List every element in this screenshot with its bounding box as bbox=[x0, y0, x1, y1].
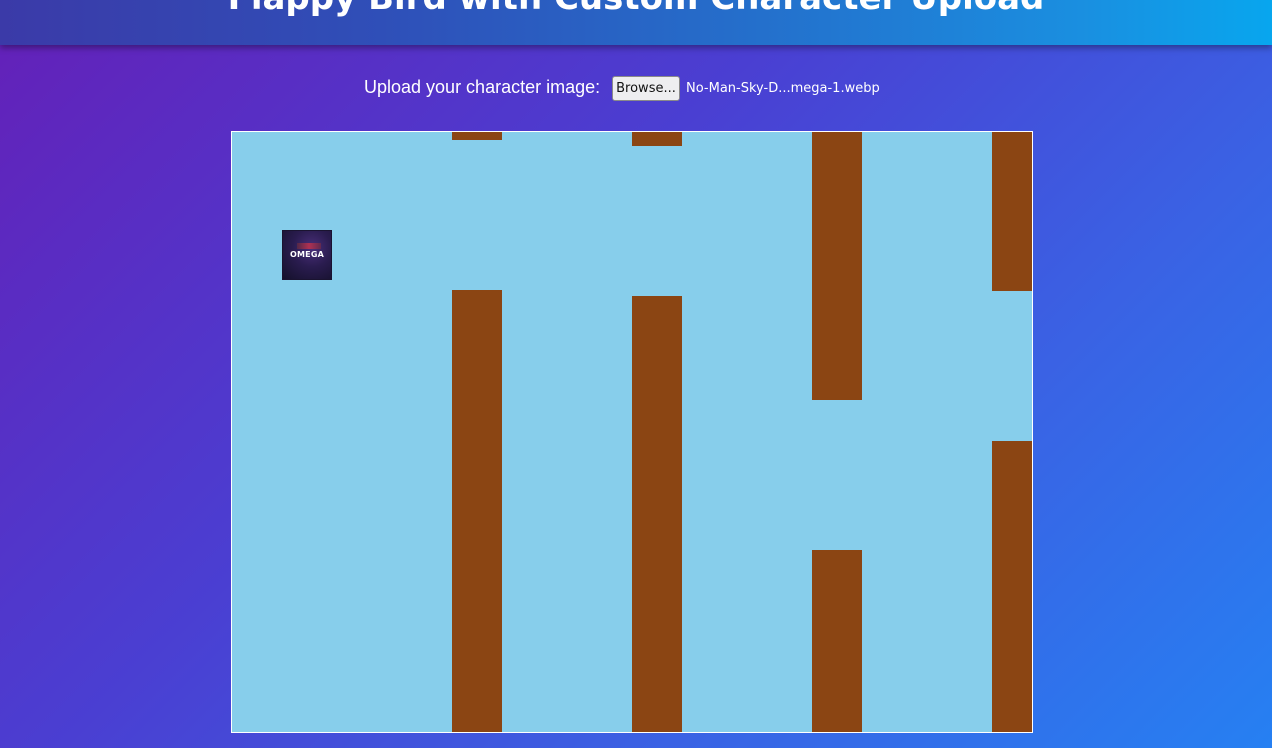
browse-button[interactable]: Browse... bbox=[612, 76, 680, 101]
pipe-top bbox=[812, 132, 862, 400]
pipe-top bbox=[632, 132, 682, 146]
pipe-bottom bbox=[992, 441, 1032, 732]
upload-label: Upload your character image: bbox=[364, 77, 601, 97]
pipe-bottom bbox=[632, 296, 682, 732]
upload-row: Upload your character image: Browse... N… bbox=[0, 76, 1272, 102]
page-title: Flappy Bird with Custom Character Upload bbox=[0, 0, 1272, 18]
pipe-bottom bbox=[812, 550, 862, 732]
header-bar: Flappy Bird with Custom Character Upload bbox=[0, 0, 1272, 45]
pipe-top bbox=[452, 132, 502, 140]
character-image-text: OMEGA bbox=[290, 250, 324, 259]
game-canvas[interactable]: OMEGA bbox=[231, 131, 1033, 733]
character-image-glow bbox=[297, 243, 321, 249]
pipe-bottom bbox=[452, 290, 502, 732]
pipe-top bbox=[992, 132, 1032, 291]
player-character: OMEGA bbox=[282, 230, 332, 280]
selected-file-name: No-Man-Sky-D...mega-1.webp bbox=[686, 81, 880, 96]
